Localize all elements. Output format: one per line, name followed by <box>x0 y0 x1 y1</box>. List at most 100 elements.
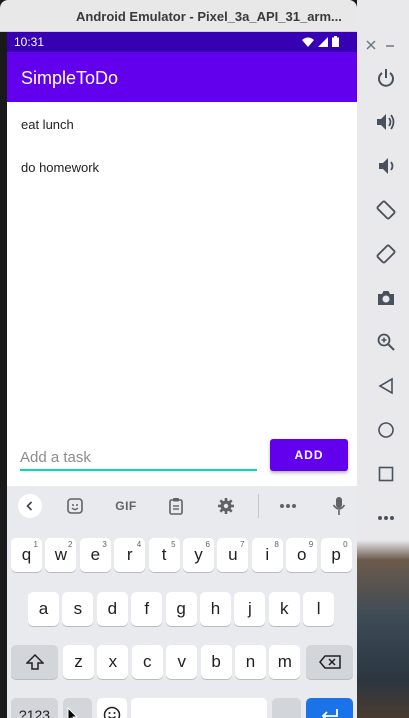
key-e[interactable]: e3 <box>79 538 111 572</box>
app-bar: SimpleToDo <box>7 52 357 102</box>
window-title: Android Emulator - Pixel_3a_API_31_arm..… <box>76 9 342 24</box>
key-g[interactable]: g <box>165 592 197 626</box>
keyboard-toolbar: GIF <box>7 486 357 526</box>
input-row: ADD <box>7 434 357 478</box>
backspace-key[interactable] <box>306 645 353 679</box>
status-time: 10:31 <box>14 35 45 49</box>
task-input[interactable] <box>20 445 257 471</box>
wifi-icon <box>302 37 314 47</box>
keyboard-back-button[interactable] <box>18 494 42 518</box>
key-m[interactable]: m <box>269 645 301 679</box>
window-titlebar[interactable]: Android Emulator - Pixel_3a_API_31_arm..… <box>0 0 357 32</box>
key-x[interactable]: x <box>97 645 129 679</box>
key-label: b <box>211 652 221 671</box>
camera-icon[interactable] <box>374 286 398 310</box>
key-label: y <box>194 545 203 564</box>
key-label: x <box>108 652 118 671</box>
key-label: e <box>90 545 101 564</box>
status-bar: 10:31 <box>7 32 357 52</box>
key-n[interactable]: n <box>235 645 266 679</box>
period-key[interactable]: . <box>272 698 301 718</box>
device-screen: 10:31 SimpleToDo eat lunch do homework A… <box>7 32 357 718</box>
key-hint: 4 <box>136 540 142 549</box>
emoji-key[interactable] <box>97 698 127 718</box>
key-hint: 5 <box>171 540 176 549</box>
key-label: k <box>280 599 289 618</box>
key-label: l <box>316 599 321 618</box>
key-y[interactable]: y6 <box>183 538 214 572</box>
key-o[interactable]: o9 <box>286 538 318 572</box>
key-hint: 6 <box>205 540 210 549</box>
rotate-left-icon[interactable] <box>374 198 398 222</box>
key-j[interactable]: j <box>234 592 266 626</box>
key-q[interactable]: q1 <box>11 538 42 572</box>
key-label: z <box>74 652 83 671</box>
more-horizontal-icon[interactable] <box>276 494 300 518</box>
gear-icon[interactable] <box>214 494 238 518</box>
key-hint: 9 <box>308 540 314 549</box>
key-label: g <box>176 599 186 618</box>
key-r[interactable]: r4 <box>114 538 146 572</box>
mouse-cursor-icon <box>67 707 79 718</box>
minimize-icon[interactable] <box>380 38 400 54</box>
key-label: t <box>161 545 167 564</box>
key-label: o <box>296 545 307 564</box>
enter-key[interactable] <box>306 698 353 718</box>
sticker-icon[interactable] <box>63 494 87 518</box>
key-hint: 3 <box>102 540 107 549</box>
key-label: u <box>228 545 238 564</box>
key-d[interactable]: d <box>96 592 128 626</box>
key-h[interactable]: h <box>200 592 231 626</box>
key-label: j <box>248 599 252 618</box>
zoom-icon[interactable] <box>374 330 398 354</box>
more-icon[interactable] <box>374 506 398 530</box>
app-title: SimpleToDo <box>21 68 119 88</box>
close-icon[interactable] <box>363 36 379 54</box>
key-i[interactable]: i8 <box>251 538 283 572</box>
key-t[interactable]: t5 <box>148 538 180 572</box>
key-label: r <box>126 545 133 564</box>
key-l[interactable]: l <box>303 592 335 626</box>
key-label: s <box>73 599 83 618</box>
volume-down-icon[interactable] <box>374 154 398 178</box>
toolbar-divider <box>258 494 259 518</box>
home-icon[interactable] <box>374 418 398 442</box>
key-c[interactable]: c <box>131 645 163 679</box>
key-u[interactable]: u7 <box>217 538 249 572</box>
key-label: p <box>331 545 341 564</box>
battery-icon <box>332 36 339 47</box>
key-label: w <box>54 545 68 564</box>
key-s[interactable]: s <box>62 592 94 626</box>
microphone-icon[interactable] <box>327 494 351 518</box>
back-icon[interactable] <box>374 374 398 398</box>
list-item[interactable]: eat lunch <box>21 117 74 132</box>
key-f[interactable]: f <box>131 592 163 626</box>
signal-icon <box>318 36 328 47</box>
key-z[interactable]: z <box>63 645 94 679</box>
key-label: n <box>245 652 256 671</box>
key-hint: 7 <box>239 540 245 549</box>
key-p[interactable]: p0 <box>320 538 352 572</box>
key-b[interactable]: b <box>200 645 232 679</box>
gif-button[interactable]: GIF <box>113 494 139 518</box>
key-label: d <box>107 599 118 618</box>
list-item[interactable]: do homework <box>21 160 99 175</box>
add-button[interactable]: ADD <box>270 439 348 471</box>
shift-key[interactable] <box>11 645 58 679</box>
rotate-right-icon[interactable] <box>374 242 398 266</box>
key-label: m <box>277 652 292 671</box>
backspace-icon <box>318 655 341 669</box>
space-key[interactable] <box>131 698 267 718</box>
symbols-key[interactable]: ?123 <box>11 698 58 718</box>
key-a[interactable]: a <box>28 592 59 626</box>
key-v[interactable]: v <box>166 645 198 679</box>
volume-up-icon[interactable] <box>374 110 398 134</box>
key-w[interactable]: w2 <box>45 538 77 572</box>
key-hint: 2 <box>67 540 73 549</box>
key-label: v <box>177 652 186 671</box>
key-k[interactable]: k <box>268 592 300 626</box>
overview-icon[interactable] <box>374 462 398 486</box>
key-hint: 0 <box>343 540 348 549</box>
power-icon[interactable] <box>374 66 398 90</box>
clipboard-icon[interactable] <box>164 494 188 518</box>
